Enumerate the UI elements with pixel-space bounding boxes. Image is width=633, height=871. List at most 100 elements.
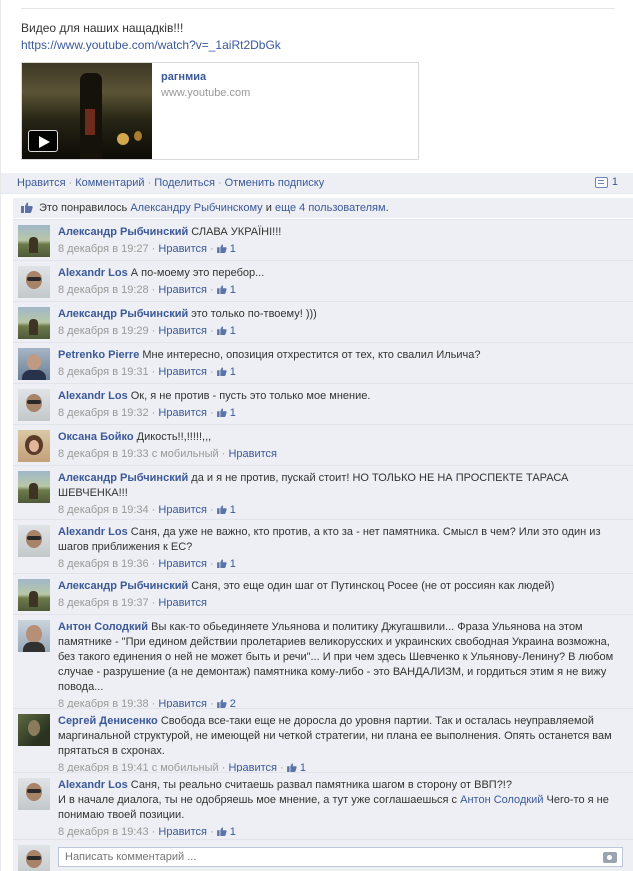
comment-like-button[interactable]: Нравится — [158, 504, 207, 516]
comment-like-count[interactable]: 1 — [216, 826, 236, 838]
thumbs-up-icon — [216, 244, 227, 253]
comment-like-count[interactable]: 1 — [216, 504, 236, 516]
comment-mobile-label: с мобильный — [151, 448, 219, 460]
comment-body: Alexandr Los Саня, ты реально считаешь р… — [58, 778, 623, 840]
comment-meta: 8 декабря в 19:28 · Нравится · 1 — [58, 284, 236, 296]
post-link[interactable]: https://www.youtube.com/watch?v=_1aiRt2D… — [21, 37, 281, 54]
comment-body: Александр Рыбчинский да и я не против, п… — [58, 471, 623, 518]
shared-video-title[interactable]: pагнмиа — [161, 71, 206, 83]
comment-meta: 8 декабря в 19:32 · Нравится · 1 — [58, 407, 236, 419]
comment-item: Александр Рыбчинский да и я не против, п… — [13, 465, 633, 519]
likes-suffix: . — [385, 202, 389, 214]
comment-like-count-value: 1 — [229, 826, 236, 838]
avatar[interactable] — [18, 620, 50, 652]
likes-others-link[interactable]: еще 4 пользователям — [275, 202, 386, 214]
comment-item: Alexandr Los А по-моему это перебор... 8 … — [13, 260, 633, 301]
comment-body: Антон Солодкий Вы как-то обьединяете Уль… — [58, 620, 623, 712]
comment-like-count-value: 1 — [229, 284, 236, 296]
comment-like-button[interactable]: Нравится — [158, 284, 207, 296]
comment-author[interactable]: Alexandr Los — [58, 779, 128, 791]
comment-like-count[interactable]: 1 — [216, 407, 236, 419]
comment-count[interactable]: 1 — [594, 176, 618, 188]
comment-author[interactable]: Petrenko Pierre — [58, 349, 139, 361]
comment-timestamp[interactable]: 8 декабря в 19:32 — [58, 407, 149, 419]
divider — [21, 8, 615, 9]
comment-timestamp[interactable]: 8 декабря в 19:31 — [58, 366, 149, 378]
comment-author[interactable]: Alexandr Los — [58, 390, 128, 402]
avatar[interactable] — [18, 778, 50, 810]
comment-timestamp[interactable]: 8 декабря в 19:36 — [58, 558, 149, 570]
comment-like-button[interactable]: Нравится — [228, 448, 277, 460]
video-thumbnail[interactable] — [22, 63, 152, 159]
comment-text: А по-моему это перебор... — [130, 267, 265, 279]
comment-like-button[interactable]: Нравится — [158, 243, 207, 255]
unsubscribe-button[interactable]: Отменить подписку — [225, 177, 325, 189]
avatar[interactable] — [18, 225, 50, 257]
comment-like-button[interactable]: Нравится — [158, 325, 207, 337]
comment-like-count[interactable]: 1 — [216, 325, 236, 337]
comment-text: Мне интересно, опозиция отхрестится от т… — [142, 349, 481, 361]
avatar[interactable] — [18, 579, 50, 611]
avatar[interactable] — [18, 714, 50, 746]
comment-item: Антон Солодкий Вы как-то обьединяете Уль… — [13, 614, 633, 710]
comment-timestamp[interactable]: 8 декабря в 19:33 — [58, 448, 149, 460]
comment-author[interactable]: Оксана Бойко — [58, 431, 134, 443]
comment-like-count[interactable]: 1 — [216, 284, 236, 296]
likes-person-link[interactable]: Александру Рыбчинскому — [130, 202, 262, 214]
avatar[interactable] — [18, 525, 50, 557]
avatar[interactable] — [18, 266, 50, 298]
comment-timestamp[interactable]: 8 декабря в 19:34 — [58, 504, 149, 516]
play-icon[interactable] — [28, 130, 58, 152]
thumbs-up-icon — [216, 505, 227, 514]
camera-icon[interactable] — [603, 852, 617, 863]
share-button[interactable]: Поделиться — [154, 177, 215, 189]
comment-meta: 8 декабря в 19:33 с мобильный · Нравится — [58, 448, 277, 460]
comment-author[interactable]: Александр Рыбчинский — [58, 580, 188, 592]
avatar[interactable] — [18, 348, 50, 380]
comment-input[interactable] — [58, 847, 623, 867]
comment-button[interactable]: Комментарий — [75, 177, 144, 189]
comment-like-count[interactable]: 1 — [216, 366, 236, 378]
comment-author[interactable]: Alexandr Los — [58, 267, 128, 279]
thumbs-up-icon — [216, 699, 227, 708]
comment-like-count[interactable]: 1 — [216, 243, 236, 255]
comment-author[interactable]: Alexandr Los — [58, 526, 128, 538]
comment-item: Petrenko Pierre Мне интересно, опозиция … — [13, 342, 633, 383]
comment-like-button[interactable]: Нравится — [158, 597, 207, 609]
comment-author[interactable]: Александр Рыбчинский — [58, 226, 188, 238]
avatar[interactable] — [18, 471, 50, 503]
comment-like-button[interactable]: Нравится — [158, 407, 207, 419]
comment-timestamp[interactable]: 8 декабря в 19:29 — [58, 325, 149, 337]
avatar[interactable] — [18, 389, 50, 421]
comment-item: Alexandr Los Саня, ты реально считаешь р… — [13, 772, 633, 839]
comment-like-button[interactable]: Нравится — [158, 366, 207, 378]
comment-author[interactable]: Александр Рыбчинский — [58, 308, 188, 320]
likes-summary: Это понравилось Александру Рыбчинскому и… — [13, 198, 633, 218]
comment-timestamp[interactable]: 8 декабря в 19:43 — [58, 826, 149, 838]
comment-like-button[interactable]: Нравится — [158, 826, 207, 838]
comment-author[interactable]: Александр Рыбчинский — [58, 472, 188, 484]
comment-like-count-value: 1 — [229, 243, 236, 255]
shared-video-card[interactable]: pагнмиа www.youtube.com — [21, 62, 419, 160]
comment-timestamp[interactable]: 8 декабря в 19:28 — [58, 284, 149, 296]
comment-author[interactable]: Антон Солодкий — [58, 621, 148, 633]
comment-bubble-icon — [594, 176, 608, 188]
comment-text-line2: И в начале диалога, ты не одобряешь мое … — [58, 794, 458, 806]
comment-meta: 8 декабря в 19:37 · Нравится — [58, 597, 207, 609]
avatar[interactable] — [18, 307, 50, 339]
comment-author[interactable]: Сергей Денисенко — [58, 715, 158, 727]
comment-body: Александр Рыбчинский Саня, это еще один … — [58, 579, 623, 611]
comment-mention-link[interactable]: Антон Солодкий — [460, 794, 543, 806]
comment-like-button[interactable]: Нравится — [158, 558, 207, 570]
comment-meta: 8 декабря в 19:34 · Нравится · 1 — [58, 504, 236, 516]
comment-like-count-value: 1 — [229, 407, 236, 419]
like-button[interactable]: Нравится — [17, 177, 66, 189]
comment-timestamp[interactable]: 8 декабря в 19:27 — [58, 243, 149, 255]
comment-like-count-value: 1 — [229, 504, 236, 516]
comment-like-count[interactable]: 1 — [216, 558, 236, 570]
avatar[interactable] — [18, 430, 50, 462]
comment-body: Александр Рыбчинский это только по-твоем… — [58, 307, 623, 339]
comment-body: Александр Рыбчинский СЛАВА УКРАЇНІ!!! 8 д… — [58, 225, 623, 257]
comment-timestamp[interactable]: 8 декабря в 19:37 — [58, 597, 149, 609]
avatar[interactable] — [18, 845, 50, 871]
